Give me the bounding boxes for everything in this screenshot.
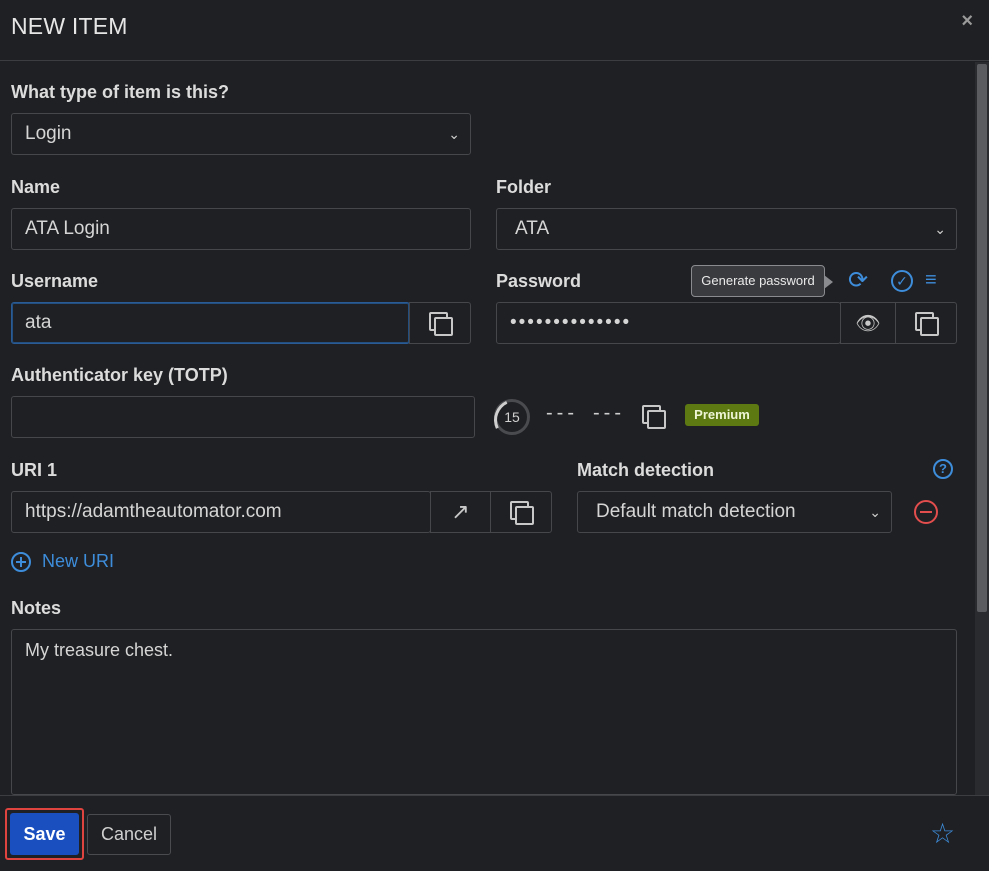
dialog-header: NEW ITEM ×: [0, 0, 989, 61]
name-input[interactable]: ATA Login: [11, 208, 471, 250]
refresh-icon[interactable]: ⟳: [848, 269, 868, 293]
launch-uri-button[interactable]: ↗: [430, 491, 491, 533]
username-label: Username: [11, 271, 99, 291]
new-item-dialog: NEW ITEM × What type of item is this? Lo…: [0, 0, 989, 871]
copy-icon: [429, 312, 453, 336]
username-input[interactable]: ata: [11, 302, 410, 344]
folder-label: Folder: [496, 177, 552, 197]
copy-uri-button[interactable]: [490, 491, 552, 533]
totp-timer: 15: [494, 399, 530, 435]
password-input[interactable]: ••••••••••••••: [496, 302, 841, 344]
totp-label: Authenticator key (TOTP): [11, 365, 228, 385]
cancel-button[interactable]: Cancel: [87, 814, 171, 855]
totp-code-part1: ---: [546, 402, 578, 424]
copy-icon: [510, 501, 534, 525]
uri-label: URI 1: [11, 460, 58, 480]
chevron-down-icon: ⌄: [448, 126, 460, 142]
save-button[interactable]: Save: [10, 813, 79, 855]
type-select-value: Login: [25, 123, 72, 144]
totp-input[interactable]: [11, 396, 475, 438]
totp-code-part2: ---: [593, 402, 625, 424]
uri-input[interactable]: https://adamtheautomator.com: [11, 491, 431, 533]
chevron-down-icon: ⌄: [869, 504, 881, 520]
list-numbered-icon[interactable]: ≡: [925, 269, 937, 291]
copy-icon: [915, 312, 939, 336]
name-label: Name: [11, 177, 61, 197]
folder-select-value: ATA: [515, 218, 550, 239]
star-icon[interactable]: ☆: [930, 820, 955, 848]
password-label: Password: [496, 271, 582, 291]
plus-circle-icon: [11, 551, 31, 572]
toggle-visibility-button[interactable]: 👁: [840, 302, 896, 344]
new-uri-button[interactable]: New URI: [11, 551, 114, 572]
match-detection-label: Match detection: [577, 460, 715, 480]
copy-username-button[interactable]: [409, 302, 471, 344]
match-detection-value: Default match detection: [596, 501, 796, 522]
remove-uri-icon[interactable]: [914, 500, 938, 524]
copy-password-button[interactable]: [895, 302, 957, 344]
dialog-title: NEW ITEM: [11, 13, 128, 39]
chevron-down-icon: ⌄: [934, 221, 946, 237]
type-label: What type of item is this?: [11, 82, 230, 102]
new-uri-label: New URI: [42, 551, 115, 571]
eye-icon: 👁: [855, 312, 881, 335]
type-select[interactable]: Login ⌄: [11, 113, 471, 155]
notes-label: Notes: [11, 598, 62, 618]
generate-password-tooltip: Generate password: [691, 265, 833, 297]
external-link-icon: ↗: [451, 499, 470, 524]
premium-badge[interactable]: Premium: [685, 404, 759, 426]
help-icon[interactable]: ?: [933, 459, 953, 479]
match-detection-select[interactable]: Default match detection ⌄: [577, 491, 892, 533]
scrollbar-thumb[interactable]: [977, 64, 987, 612]
folder-select[interactable]: ATA ⌄: [496, 208, 957, 250]
check-circle-icon[interactable]: ✓: [891, 270, 913, 292]
notes-textarea[interactable]: My treasure chest.: [11, 629, 957, 795]
close-icon[interactable]: ×: [961, 10, 973, 33]
